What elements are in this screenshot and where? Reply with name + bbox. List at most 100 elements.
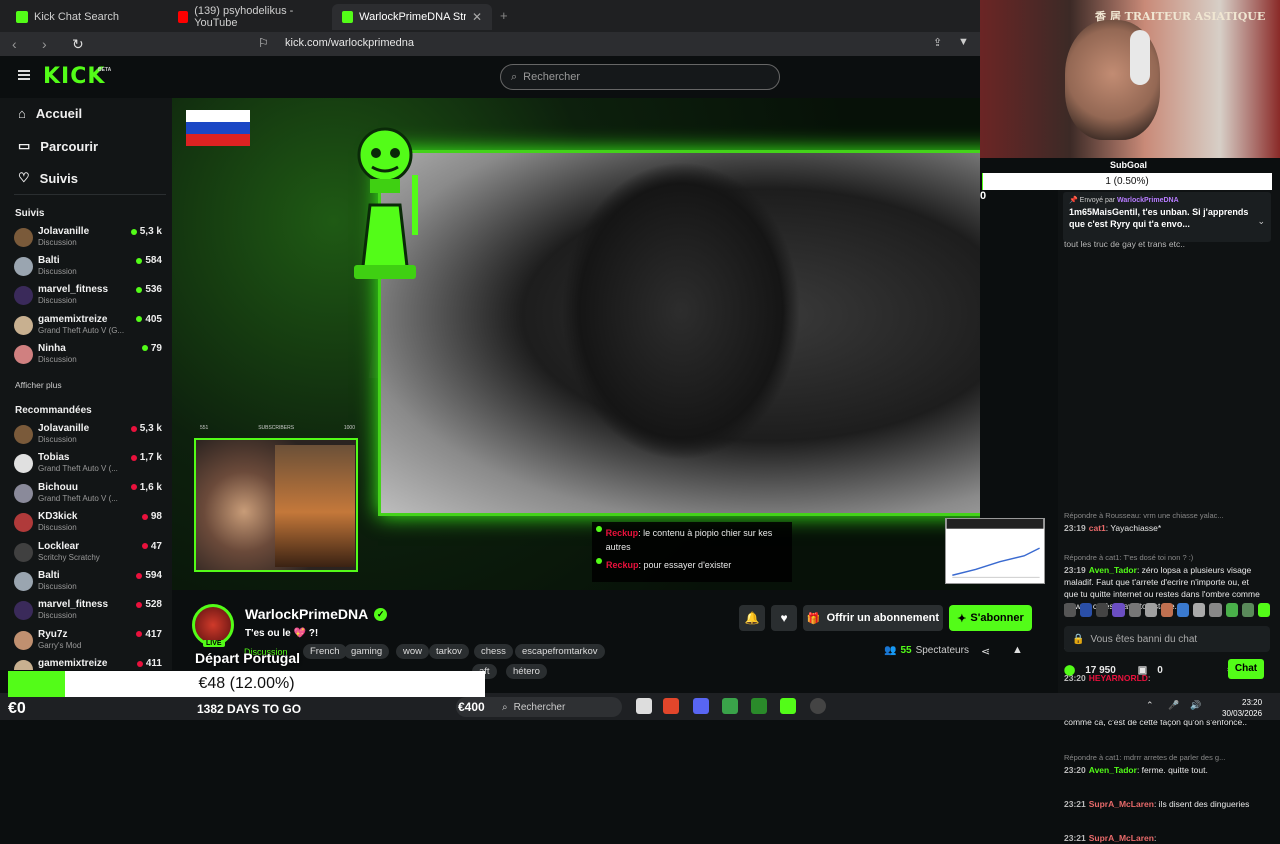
task-view-icon[interactable] — [636, 698, 652, 714]
channel-category: Discussion — [38, 354, 77, 364]
chat-message[interactable]: Répondre à Rousseau: vrm une chiasse yal… — [1064, 510, 1262, 534]
microphone-icon[interactable]: 🎤 — [1168, 700, 1179, 711]
chat-input[interactable]: 🔒 Vous êtes banni du chat — [1064, 626, 1270, 652]
chat-username[interactable]: SuprA_McLaren — [1089, 799, 1154, 809]
emote-icon[interactable] — [1257, 603, 1271, 617]
sidebar-channel[interactable]: marvel_fitness Discussion 536 — [14, 284, 164, 312]
kick-app-icon[interactable] — [780, 698, 796, 714]
gift-subscription-button[interactable]: 🎁 Offrir un abonnement — [803, 605, 943, 631]
url-field[interactable]: kick.com/warlockprimedna — [285, 37, 414, 49]
tab-youtube[interactable]: (139) psyhodelikus - YouTube — [168, 4, 328, 30]
subscribers-bar: 551 SUBSCRIBERS 1000 — [200, 425, 355, 433]
kick-logo[interactable]: KICK — [43, 64, 105, 89]
sidebar-channel[interactable]: Jolavanille Discussion 5,3 k — [14, 423, 164, 451]
menu-icon[interactable] — [18, 70, 30, 80]
subs-label: SUBSCRIBERS — [258, 425, 295, 431]
avatar — [14, 630, 33, 650]
follow-heart-button[interactable]: ♥ — [771, 605, 797, 631]
chevron-down-icon[interactable]: ⌄ — [1257, 216, 1265, 227]
sidebar-channel[interactable]: Tobias Grand Theft Auto V (... 1,7 k — [14, 452, 164, 480]
chat-username[interactable]: Aven_Tador — [1089, 565, 1137, 575]
sidebar-channel[interactable]: marvel_fitness Discussion 528 — [14, 599, 164, 627]
chat-username[interactable]: Aven_Tador — [1089, 765, 1137, 775]
back-icon[interactable]: ‹ — [12, 36, 30, 52]
viewer-count-value: 1,7 k — [139, 452, 162, 464]
sidebar-nav-home[interactable]: ⌂ Accueil — [18, 106, 82, 121]
forward-icon[interactable]: › — [42, 36, 60, 52]
emote-icon[interactable] — [1080, 603, 1093, 617]
notification-bell-button[interactable]: 🔔 — [739, 605, 765, 631]
emote-icon[interactable] — [1241, 603, 1254, 617]
sidebar-channel[interactable]: gamemixtreize Grand Theft Auto V (G... 405 — [14, 314, 164, 342]
sidebar-channel[interactable]: Balti Discussion 584 — [14, 255, 164, 283]
emote-icon[interactable] — [1096, 603, 1109, 617]
chat-send-button[interactable]: Chat — [1228, 659, 1264, 679]
taskbar-money-overlay: €400 — [458, 700, 485, 714]
channel-name[interactable]: WarlockPrimeDNA ✓ — [245, 606, 388, 622]
emote-icon[interactable] — [1193, 603, 1206, 617]
discord-icon[interactable] — [693, 698, 709, 714]
tag[interactable]: wow — [396, 644, 430, 659]
chat-message[interactable]: 23:21 SuprA_McLaren: ils disent des dingu… — [1064, 798, 1262, 810]
viewers-label: Spectateurs — [915, 645, 969, 656]
gift-icon[interactable]: ▣ — [1138, 665, 1147, 676]
overlay-chat-user: Reckup — [606, 560, 639, 570]
emote-icon[interactable] — [1128, 603, 1141, 617]
shield-icon[interactable]: ▼ — [958, 36, 969, 48]
points-icon[interactable]: ⬤ — [1064, 665, 1075, 676]
tag[interactable]: French — [303, 644, 347, 659]
viewer-count-value: 1,6 k — [139, 481, 162, 493]
emote-icon[interactable] — [1064, 603, 1077, 617]
tab-warlockprimedna[interactable]: WarlockPrimeDNA Stream - W ✕ — [332, 4, 492, 30]
obs-icon[interactable] — [810, 698, 826, 714]
reload-icon[interactable]: ↻ — [72, 36, 90, 53]
emote-icon[interactable] — [1160, 603, 1174, 617]
emote-icon[interactable] — [1112, 603, 1125, 617]
share-icon[interactable]: ⇪ — [933, 36, 942, 49]
tag[interactable]: escapefromtarkov — [515, 644, 605, 659]
app-icon[interactable] — [751, 698, 767, 714]
tag[interactable]: gaming — [344, 644, 390, 659]
tag[interactable]: hétero — [506, 664, 547, 679]
channel-category: Discussion — [38, 296, 77, 306]
sidebar-channel[interactable]: Locklear Scritchy Scratchy 47 — [14, 541, 164, 569]
sidebar-channel[interactable]: KD3kick Discussion 98 — [14, 511, 164, 539]
sidebar-nav-following[interactable]: ♡ Suivis — [18, 170, 78, 186]
emote-icon[interactable] — [1177, 603, 1190, 617]
speaker-icon[interactable]: 🔊 — [1190, 700, 1201, 711]
tag[interactable]: chess — [474, 644, 513, 659]
chat-message[interactable]: Répondre à cat1: mdrrr arretes de parler… — [1064, 752, 1262, 776]
youtube-favicon-icon — [178, 11, 189, 23]
tray-chevron-icon[interactable]: ⌃ — [1146, 700, 1154, 711]
subscribe-button[interactable]: ✦ S'abonner — [949, 605, 1032, 631]
brave-browser-icon[interactable] — [663, 698, 679, 714]
sidebar-channel[interactable]: Ryu7z Garry's Mod 417 — [14, 629, 164, 657]
pinned-message[interactable]: 📌 Envoyé par WarlockPrimeDNA 1m65MaisGen… — [1063, 192, 1271, 242]
share-icon[interactable]: ⋖ — [981, 645, 990, 658]
channel-name: Bichouu — [38, 481, 78, 493]
bookmark-icon[interactable]: ⚐ — [258, 36, 269, 50]
report-icon[interactable]: ▲ — [1012, 644, 1023, 656]
new-tab-button[interactable]: + — [500, 8, 508, 23]
sidebar-channel[interactable]: Bichouu Grand Theft Auto V (... 1,6 k — [14, 482, 164, 510]
emote-icon[interactable] — [1144, 603, 1157, 617]
sidebar-channel[interactable]: Balti Discussion 594 — [14, 570, 164, 598]
search-input[interactable]: ⌕ Rechercher — [500, 64, 780, 90]
tag[interactable]: tarkov — [429, 644, 469, 659]
tab-kick-chat-search[interactable]: Kick Chat Search — [6, 4, 166, 30]
sidebar-channel[interactable]: Ninha Discussion 79 — [14, 343, 164, 371]
sidebar-nav-browse[interactable]: ▭ Parcourir — [18, 138, 98, 154]
sidebar-channel[interactable]: gamemixtreize 411 — [14, 658, 164, 670]
emote-icon[interactable] — [1225, 603, 1238, 617]
chat-username[interactable]: SuprA_McLaren — [1089, 833, 1154, 843]
taskbar-clock[interactable]: 23:20 30/03/2026 — [1222, 697, 1262, 719]
emote-icon[interactable] — [1209, 603, 1222, 617]
chat-message[interactable]: 23:21 SuprA_McLaren: — [1064, 832, 1262, 844]
chat-username[interactable]: cat1 — [1089, 523, 1106, 533]
sidebar-channel[interactable]: Jolavanille Discussion 5,3 k — [14, 226, 164, 254]
spreadsheet-icon[interactable] — [722, 698, 738, 714]
emote-row[interactable] — [1064, 603, 1271, 619]
viewer-count: 5,3 k — [130, 423, 162, 434]
show-more-link[interactable]: Afficher plus — [15, 380, 62, 390]
close-tab-icon[interactable]: ✕ — [472, 10, 482, 24]
